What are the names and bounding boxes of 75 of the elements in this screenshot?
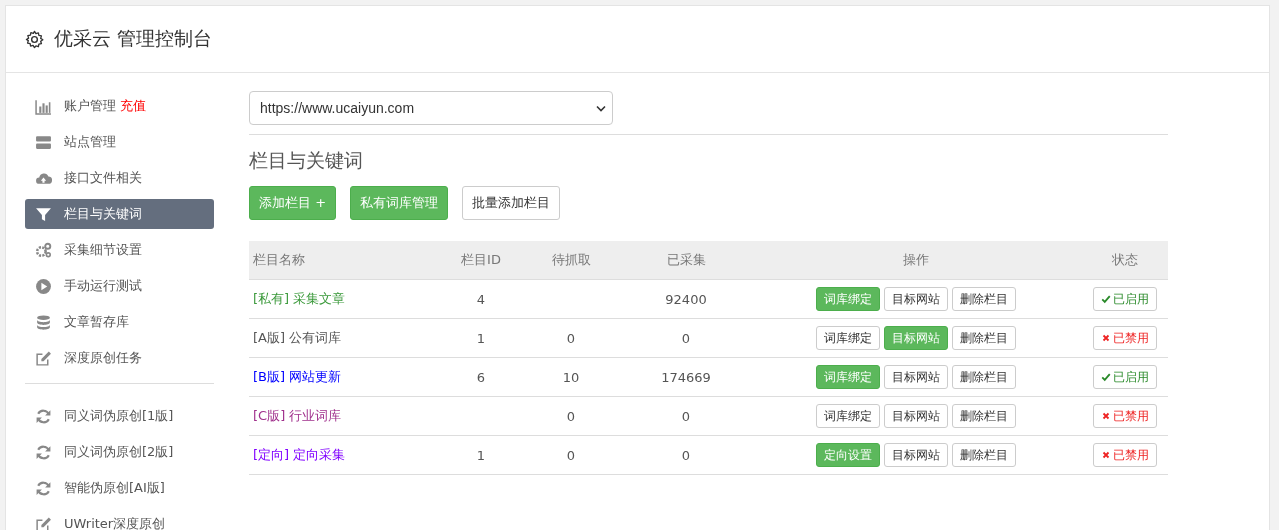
sidebar-item[interactable]: UWriter深度原创 — [25, 509, 214, 530]
action-button[interactable]: 词库绑定 — [816, 326, 880, 350]
bar-chart-icon — [35, 97, 52, 115]
column-header: 操作 — [902, 251, 930, 269]
column-header: 状态 — [1110, 251, 1139, 269]
sidebar-item[interactable]: 栏目与关键词 — [25, 199, 214, 229]
refresh-icon — [35, 407, 52, 425]
sidebar-item[interactable]: 接口文件相关 — [25, 163, 214, 193]
close-icon — [1100, 450, 1111, 460]
status-button[interactable]: 已禁用 — [1092, 326, 1157, 350]
action-button[interactable]: 目标网站 — [884, 404, 948, 428]
table-cell: 0 — [566, 408, 576, 424]
status-button[interactable]: 已禁用 — [1092, 404, 1157, 428]
table-cell: 1 — [476, 330, 486, 346]
category-name[interactable]: [定向] 定向采集 — [253, 447, 346, 462]
table-cell: 6 — [476, 369, 486, 385]
site-select[interactable]: https://www.ucaiyun.com — [249, 91, 613, 125]
column-header: 栏目名称 — [252, 251, 306, 269]
action-button[interactable]: 删除栏目 — [952, 365, 1016, 389]
table-cell: 0 — [566, 447, 576, 463]
sidebar-item[interactable]: 站点管理 — [25, 127, 214, 157]
sidebar-item[interactable]: 智能伪原创[AI版] — [25, 473, 214, 503]
action-button[interactable]: 删除栏目 — [952, 287, 1016, 311]
section-title: 栏目与关键词 — [249, 148, 364, 173]
table-cell: 1 — [476, 447, 486, 463]
recharge-link[interactable]: 充值 — [120, 97, 146, 115]
table-cell: 0 — [681, 408, 691, 424]
server-icon — [35, 133, 52, 151]
chevron-down-icon — [596, 104, 606, 112]
check-icon — [1100, 294, 1111, 304]
table-cell: 0 — [681, 330, 691, 346]
category-name[interactable]: [B版] 网站更新 — [253, 369, 342, 384]
action-button[interactable]: 删除栏目 — [952, 326, 1016, 350]
status-button[interactable]: 已禁用 — [1092, 443, 1157, 467]
category-name[interactable]: [C版] 行业词库 — [253, 408, 342, 423]
table-cell: 4 — [476, 291, 486, 307]
category-name[interactable]: [私有] 采集文章 — [253, 291, 346, 306]
action-button[interactable]: 目标网站 — [884, 443, 948, 467]
sidebar-item[interactable]: 同义词伪原创[1版] — [25, 401, 214, 431]
close-icon — [1100, 333, 1111, 343]
edit-icon — [35, 349, 52, 367]
column-header: 栏目ID — [460, 251, 502, 269]
play-icon — [35, 277, 52, 295]
action-button[interactable]: 词库绑定 — [816, 404, 880, 428]
column-header: 待抓取 — [550, 251, 592, 269]
sidebar-item[interactable]: 手动运行测试 — [25, 271, 214, 301]
action-button[interactable]: 目标网站 — [884, 287, 948, 311]
settings-icon — [25, 29, 44, 49]
sidebar-item[interactable]: 采集细节设置 — [25, 235, 214, 265]
toolbar-button[interactable]: 批量添加栏目 — [462, 186, 561, 220]
table-cell: 0 — [566, 330, 576, 346]
close-icon — [1100, 411, 1111, 421]
refresh-icon — [35, 479, 52, 497]
sidebar-item[interactable]: 账户管理 充值 — [25, 91, 214, 121]
action-button[interactable]: 目标网站 — [884, 365, 948, 389]
status-button[interactable]: 已启用 — [1092, 365, 1157, 389]
status-button[interactable]: 已启用 — [1092, 287, 1157, 311]
column-header: 已采集 — [665, 251, 707, 269]
refresh-icon — [35, 443, 52, 461]
table-cell: 0 — [681, 447, 691, 463]
table-cell: 92400 — [665, 291, 707, 307]
check-icon — [1100, 372, 1111, 382]
gears-icon — [35, 241, 52, 259]
database-icon — [35, 313, 52, 331]
app-title: 优采云 管理控制台 — [54, 26, 213, 51]
sidebar-item[interactable]: 同义词伪原创[2版] — [25, 437, 214, 467]
category-name[interactable]: [A版] 公有词库 — [253, 330, 342, 345]
table-cell: 10 — [562, 369, 580, 385]
action-button[interactable]: 删除栏目 — [952, 404, 1016, 428]
sidebar-item[interactable]: 文章暂存库 — [25, 307, 214, 337]
table-cell: 174669 — [661, 369, 711, 385]
sidebar-item[interactable]: 深度原创任务 — [25, 343, 214, 373]
edit-icon — [35, 515, 52, 530]
action-button[interactable]: 删除栏目 — [952, 443, 1016, 467]
filter-icon — [35, 205, 52, 223]
